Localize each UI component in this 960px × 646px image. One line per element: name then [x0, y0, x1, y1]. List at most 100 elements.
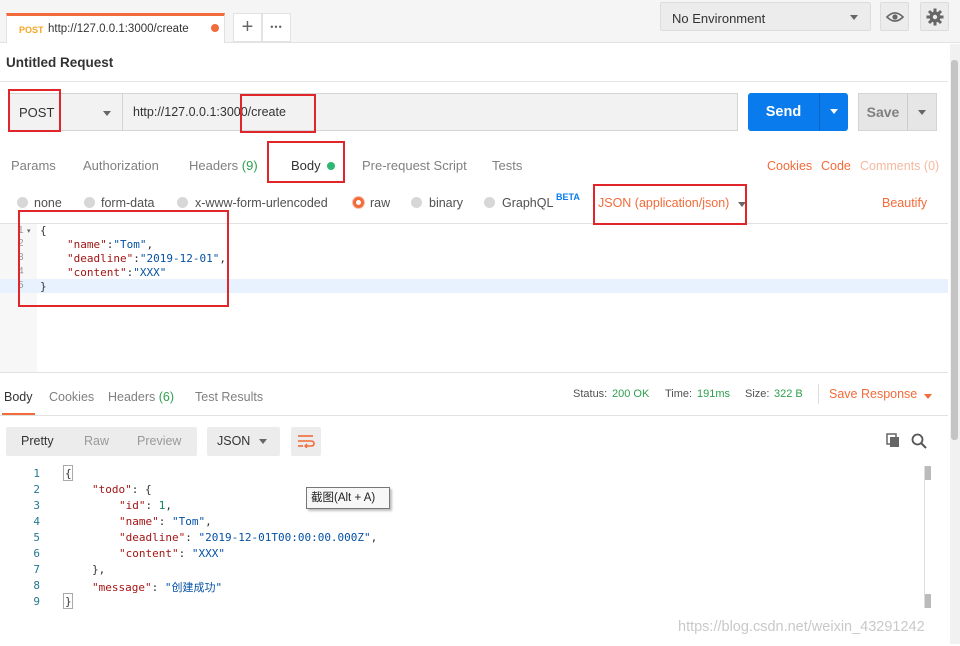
beta-badge: BETA: [556, 192, 580, 202]
json-key: "name": [119, 515, 159, 528]
request-tab[interactable]: POST http://127.0.0.1:3000/create: [6, 13, 225, 43]
code-line: "deadline":"2019-12-01",: [67, 252, 226, 265]
search-icon: [911, 433, 927, 449]
format-label: JSON: [217, 434, 251, 448]
json-value: "Tom": [113, 238, 147, 251]
method-select[interactable]: POST: [8, 93, 123, 131]
response-scrollbar-marker[interactable]: [925, 466, 931, 480]
response-headers-count: (6): [158, 390, 175, 404]
fold-icon[interactable]: ▾: [27, 227, 31, 235]
response-tab-test-results[interactable]: Test Results: [195, 390, 263, 404]
brace: {: [65, 467, 72, 480]
code-line: "message": "创建成功": [92, 581, 223, 594]
response-scrollbar-track: [924, 466, 925, 608]
window-scrollbar-thumb[interactable]: [951, 60, 958, 440]
code-line: "deadline": "2019-12-01T00:00:00.000Z",: [119, 531, 378, 544]
save-options-button[interactable]: [907, 93, 937, 131]
line-number: 7: [33, 563, 40, 576]
size-value: 322 B: [774, 388, 803, 400]
beautify-link[interactable]: Beautify: [882, 196, 927, 210]
json-value: "2019-12-01T00:00:00.000Z": [198, 531, 371, 544]
gear-icon: [926, 8, 943, 26]
environment-select[interactable]: No Environment: [660, 2, 871, 31]
json-key: "deadline": [119, 531, 186, 544]
brace: {: [40, 224, 47, 237]
format-select[interactable]: JSON: [207, 427, 280, 456]
response-tab-cookies[interactable]: Cookies: [49, 390, 94, 404]
json-key: "name": [67, 238, 107, 251]
tab-authorization[interactable]: Authorization: [83, 158, 159, 173]
copy-button[interactable]: [886, 433, 901, 451]
time-label: Time:: [665, 388, 693, 400]
content-type-select[interactable]: JSON (application/json): [598, 196, 729, 210]
code-link[interactable]: Code: [821, 159, 851, 173]
line-number: 5: [18, 280, 24, 291]
cookies-link[interactable]: Cookies: [767, 159, 812, 173]
view-pretty[interactable]: Pretty: [21, 434, 54, 448]
tab-headers[interactable]: Headers (9): [189, 158, 258, 173]
brace: }: [40, 280, 47, 293]
code-line: }: [65, 595, 72, 608]
tab-url: http://127.0.0.1:3000/create: [48, 23, 189, 35]
line-number: 3: [33, 499, 40, 512]
response-tab-headers[interactable]: Headers (6): [108, 390, 174, 404]
save-button[interactable]: Save: [858, 93, 908, 131]
view-preview[interactable]: Preview: [137, 434, 181, 448]
divider: [0, 81, 948, 82]
tab-prerequest-script[interactable]: Pre-request Script: [362, 158, 467, 173]
line-number: 6: [33, 547, 40, 560]
line-number: 5: [33, 531, 40, 544]
radio-none[interactable]: [17, 197, 28, 208]
settings-button[interactable]: [920, 2, 949, 31]
tab-tests[interactable]: Tests: [492, 158, 522, 173]
url-value: http://127.0.0.1:3000/create: [133, 105, 286, 119]
send-button[interactable]: Send: [748, 93, 819, 131]
wrap-lines-button[interactable]: [291, 427, 321, 456]
response-tab-body[interactable]: Body: [4, 390, 33, 404]
code-line: }: [40, 280, 47, 293]
wrap-icon: [298, 435, 315, 448]
view-raw[interactable]: Raw: [84, 434, 109, 448]
url-input[interactable]: http://127.0.0.1:3000/create: [122, 93, 738, 131]
code-line: {: [40, 224, 47, 237]
request-body-editor[interactable]: 1 ▾ 2 3 4 5 { "name":"Tom", "deadline":"…: [0, 223, 948, 373]
tab-body[interactable]: Body: [291, 158, 335, 173]
radio-urlencoded[interactable]: [177, 197, 188, 208]
tab-headers-count: (9): [241, 158, 258, 173]
search-button[interactable]: [911, 433, 927, 452]
radio-form-data[interactable]: [84, 197, 95, 208]
brace: }: [65, 595, 72, 608]
json-value: "XXX": [191, 547, 225, 560]
radio-graphql[interactable]: [484, 197, 495, 208]
more-tabs-button[interactable]: •••: [262, 13, 291, 42]
line-number: 4: [18, 266, 24, 277]
line-number: 8: [33, 579, 40, 592]
json-key: "id": [119, 499, 146, 512]
code-line: "content":"XXX": [67, 266, 167, 279]
json-value: "Tom": [172, 515, 206, 528]
comments-link[interactable]: Comments (0): [860, 159, 939, 173]
copy-icon: [886, 433, 899, 447]
json-key: "content": [67, 266, 127, 279]
status-label: Status:: [573, 388, 608, 400]
radio-none-label: none: [34, 196, 62, 210]
divider: [818, 384, 819, 404]
radio-raw-label: raw: [370, 196, 391, 210]
radio-raw[interactable]: [353, 197, 364, 208]
tab-body-label: Body: [291, 158, 321, 173]
radio-binary-label: binary: [429, 196, 464, 210]
code-line: {: [65, 467, 72, 480]
request-title: Untitled Request: [6, 55, 114, 70]
radio-graphql-label: GraphQL: [502, 196, 554, 210]
chevron-down-icon: [738, 202, 746, 207]
eye-button[interactable]: [880, 2, 909, 31]
response-scrollbar-marker[interactable]: [925, 594, 931, 608]
new-tab-button[interactable]: +: [233, 13, 262, 42]
save-response-button[interactable]: Save Response: [829, 387, 917, 401]
chevron-down-icon: [103, 111, 111, 116]
method-label: POST: [19, 105, 55, 120]
send-options-button[interactable]: [819, 93, 848, 131]
view-mode-group: Pretty Raw Preview: [6, 427, 197, 456]
tab-params[interactable]: Params: [11, 158, 56, 173]
radio-binary[interactable]: [411, 197, 422, 208]
